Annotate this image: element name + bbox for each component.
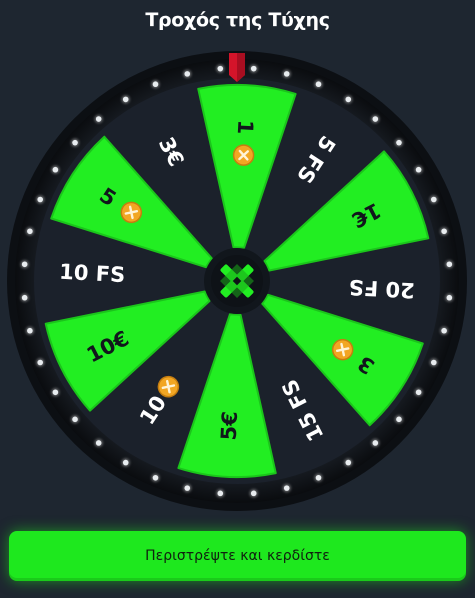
- rim-light: [52, 389, 59, 396]
- rim-light: [430, 196, 437, 203]
- rim-light: [345, 459, 352, 466]
- rim-light: [441, 228, 447, 235]
- rim-light: [372, 440, 379, 446]
- rim-light: [415, 389, 422, 396]
- segment-label: 1: [233, 119, 258, 135]
- rim-light: [345, 96, 352, 103]
- rim-light: [37, 359, 44, 366]
- rim-light: [430, 359, 437, 366]
- rim-light: [217, 65, 224, 72]
- wheel-hub: [204, 248, 270, 314]
- segment-label: 20 FS: [348, 275, 415, 302]
- rim-light: [122, 459, 129, 466]
- segment-label-group: 5€: [217, 411, 242, 441]
- rim-light: [415, 166, 422, 173]
- wheel-segment: 20 FS: [348, 275, 415, 302]
- rim-light: [27, 228, 33, 235]
- rim-light: [283, 71, 290, 77]
- coin-icon: [232, 144, 255, 166]
- segment-label: 5€: [217, 411, 242, 441]
- rim-light: [37, 196, 44, 203]
- rim-light: [446, 294, 453, 301]
- segment-label-group: 20 FS: [348, 275, 415, 302]
- rim-light: [217, 490, 224, 497]
- rim-light: [95, 440, 102, 446]
- rim-light: [250, 65, 257, 72]
- prize-wheel[interactable]: 15 FS1€20 FS315 FS5€1010€10 FS53€: [0, 0, 475, 520]
- rim-light: [283, 485, 290, 491]
- rim-light: [184, 485, 191, 491]
- rim-light: [396, 416, 402, 423]
- rim-light: [446, 261, 453, 268]
- rim-light: [396, 139, 402, 146]
- rim-light: [152, 81, 159, 88]
- rim-light: [372, 116, 379, 122]
- rim-light: [315, 81, 322, 88]
- rim-light: [27, 327, 33, 334]
- rim-light: [72, 139, 78, 146]
- wheel-segment: 10 FS: [59, 260, 126, 287]
- rim-light: [250, 490, 257, 497]
- rim-light: [95, 116, 102, 122]
- rim-light: [315, 474, 322, 481]
- segment-label: 10 FS: [59, 260, 126, 287]
- segment-label-group: 10 FS: [59, 260, 126, 287]
- rim-light: [152, 474, 159, 481]
- rim-light: [72, 416, 78, 423]
- spin-button[interactable]: Περιστρέψτε και κερδίστε: [9, 531, 466, 581]
- rim-light: [184, 71, 191, 77]
- rim-light: [21, 261, 28, 268]
- rim-light: [122, 96, 129, 103]
- rim-light: [52, 166, 59, 173]
- rim-light: [21, 294, 28, 301]
- rim-light: [441, 327, 447, 334]
